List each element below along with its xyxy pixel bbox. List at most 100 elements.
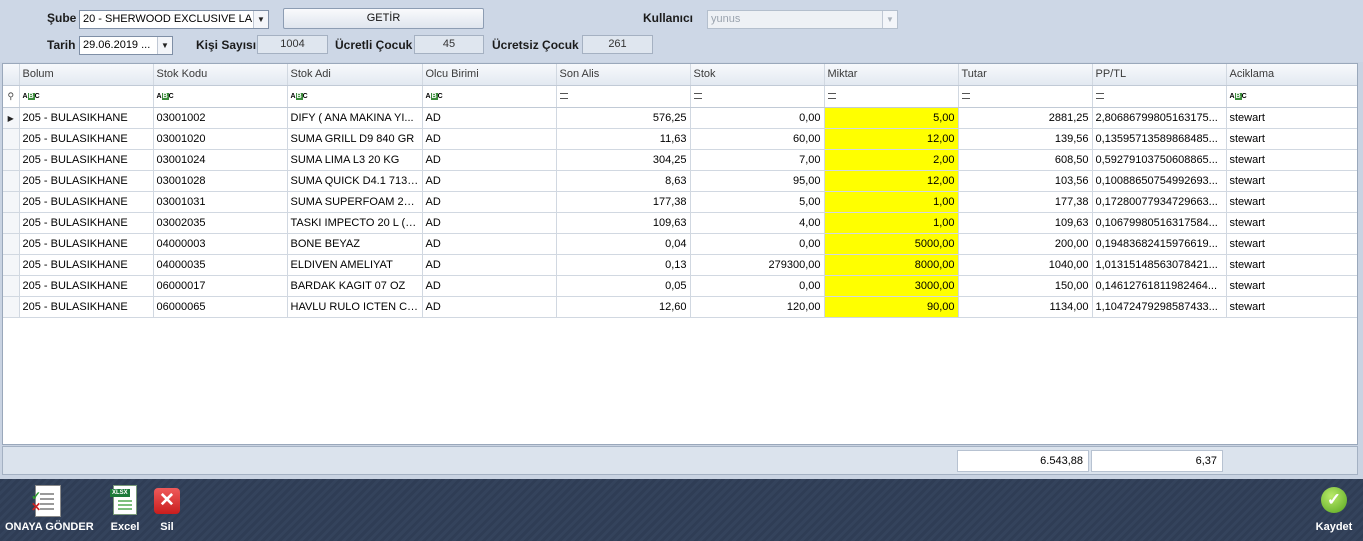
- cell-aciklama[interactable]: stewart: [1226, 296, 1357, 318]
- filter-cell-stok-adi[interactable]: ABC: [287, 85, 423, 108]
- cell-son-alis[interactable]: 8,63: [556, 170, 691, 192]
- stock-grid[interactable]: Bolum Stok Kodu Stok Adi Olcu Birimi Son…: [2, 63, 1358, 445]
- cell-stok-kodu[interactable]: 03001020: [153, 128, 288, 150]
- row-indicator[interactable]: [3, 191, 20, 213]
- cell-olcu-birimi[interactable]: AD: [422, 149, 557, 171]
- cell-stok-adi[interactable]: SUMA QUICK D4.1 713 ...: [287, 170, 423, 192]
- row-indicator[interactable]: [3, 212, 20, 234]
- cell-aciklama[interactable]: stewart: [1226, 191, 1357, 213]
- cell-stok[interactable]: 279300,00: [690, 254, 825, 276]
- table-row[interactable]: 205 - BULASIKHANE 06000017 BARDAK KAGIT 07…: [3, 275, 1357, 297]
- cell-pptl[interactable]: 0,10088650754992693...: [1092, 170, 1227, 192]
- chevron-down-icon[interactable]: ▼: [157, 37, 172, 54]
- cell-tutar[interactable]: 103,56: [958, 170, 1093, 192]
- cell-stok-kodu[interactable]: 06000065: [153, 296, 288, 318]
- row-indicator[interactable]: ▶: [3, 107, 20, 129]
- cell-stok[interactable]: 7,00: [690, 149, 825, 171]
- cell-stok-adi[interactable]: SUMA SUPERFOAM 22,...: [287, 191, 423, 213]
- cell-tutar[interactable]: 200,00: [958, 233, 1093, 255]
- cell-stok-kodu[interactable]: 04000003: [153, 233, 288, 255]
- cell-stok-kodu[interactable]: 03001002: [153, 107, 288, 129]
- cell-pptl[interactable]: 0,14612761811982464...: [1092, 275, 1227, 297]
- cell-pptl[interactable]: 0,10679980516317584...: [1092, 212, 1227, 234]
- tarih-date-picker[interactable]: 29.06.2019 ... ▼: [79, 36, 173, 55]
- row-indicator[interactable]: [3, 296, 20, 318]
- column-header-pptl[interactable]: PP/TL: [1092, 64, 1227, 86]
- sil-button[interactable]: ✕ Sil: [152, 488, 182, 533]
- cell-bolum[interactable]: 205 - BULASIKHANE: [19, 275, 154, 297]
- cell-pptl[interactable]: 0,13595713589868485...: [1092, 128, 1227, 150]
- column-header-stok-kodu[interactable]: Stok Kodu: [153, 64, 288, 86]
- column-header-son-alis[interactable]: Son Alis: [556, 64, 691, 86]
- cell-miktar[interactable]: 12,00: [824, 170, 959, 192]
- table-row[interactable]: 205 - BULASIKHANE 03001031 SUMA SUPERFOAM …: [3, 191, 1357, 213]
- cell-stok[interactable]: 5,00: [690, 191, 825, 213]
- filter-cell-son-alis[interactable]: [556, 85, 691, 108]
- cell-bolum[interactable]: 205 - BULASIKHANE: [19, 233, 154, 255]
- cell-miktar[interactable]: 5,00: [824, 107, 959, 129]
- cell-stok-kodu[interactable]: 03002035: [153, 212, 288, 234]
- cell-olcu-birimi[interactable]: AD: [422, 275, 557, 297]
- cell-tutar[interactable]: 608,50: [958, 149, 1093, 171]
- cell-aciklama[interactable]: stewart: [1226, 149, 1357, 171]
- cell-stok[interactable]: 60,00: [690, 128, 825, 150]
- cell-bolum[interactable]: 205 - BULASIKHANE: [19, 191, 154, 213]
- column-header-bolum[interactable]: Bolum: [19, 64, 154, 86]
- cell-tutar[interactable]: 2881,25: [958, 107, 1093, 129]
- cell-pptl[interactable]: 1,10472479298587433...: [1092, 296, 1227, 318]
- cell-pptl[interactable]: 2,80686799805163175...: [1092, 107, 1227, 129]
- onaya-gonder-button[interactable]: ✓ ✕ ONAYA GÖNDER: [5, 485, 94, 533]
- cell-stok[interactable]: 120,00: [690, 296, 825, 318]
- cell-bolum[interactable]: 205 - BULASIKHANE: [19, 128, 154, 150]
- cell-pptl[interactable]: 0,19483682415976619...: [1092, 233, 1227, 255]
- table-row[interactable]: 205 - BULASIKHANE 06000065 HAVLU RULO ICTE…: [3, 296, 1357, 318]
- cell-pptl[interactable]: 0,17280077934729663...: [1092, 191, 1227, 213]
- cell-bolum[interactable]: 205 - BULASIKHANE: [19, 149, 154, 171]
- filter-cell-aciklama[interactable]: ABC: [1226, 85, 1357, 108]
- cell-stok[interactable]: 95,00: [690, 170, 825, 192]
- cell-stok-kodu[interactable]: 03001031: [153, 191, 288, 213]
- cell-olcu-birimi[interactable]: AD: [422, 254, 557, 276]
- getir-button[interactable]: GETİR: [283, 8, 484, 29]
- cell-tutar[interactable]: 109,63: [958, 212, 1093, 234]
- cell-son-alis[interactable]: 0,04: [556, 233, 691, 255]
- excel-button[interactable]: XLSX Excel: [107, 485, 143, 533]
- filter-cell-stok-kodu[interactable]: ABC: [153, 85, 288, 108]
- cell-olcu-birimi[interactable]: AD: [422, 107, 557, 129]
- cell-bolum[interactable]: 205 - BULASIKHANE: [19, 254, 154, 276]
- row-indicator[interactable]: [3, 233, 20, 255]
- column-header-miktar[interactable]: Miktar: [824, 64, 959, 86]
- cell-bolum[interactable]: 205 - BULASIKHANE: [19, 296, 154, 318]
- filter-cell-bolum[interactable]: ABC: [19, 85, 154, 108]
- cell-stok-adi[interactable]: DIFY ( ANA MAKINA YI...: [287, 107, 423, 129]
- cell-miktar[interactable]: 3000,00: [824, 275, 959, 297]
- cell-tutar[interactable]: 177,38: [958, 191, 1093, 213]
- table-row[interactable]: ▶ 205 - BULASIKHANE 03001002 DIFY ( ANA MAK…: [3, 107, 1357, 129]
- cell-stok-adi[interactable]: TASKI IMPECTO 20 L (2...: [287, 212, 423, 234]
- filter-cell-miktar[interactable]: [824, 85, 959, 108]
- cell-stok[interactable]: 0,00: [690, 275, 825, 297]
- chevron-down-icon[interactable]: ▼: [253, 11, 268, 28]
- table-row[interactable]: 205 - BULASIKHANE 03002035 TASKI IMPECTO 2…: [3, 212, 1357, 234]
- cell-bolum[interactable]: 205 - BULASIKHANE: [19, 107, 154, 129]
- kaydet-button[interactable]: ✓ Kaydet: [1310, 487, 1358, 533]
- cell-stok-adi[interactable]: SUMA GRILL D9 840 GR: [287, 128, 423, 150]
- cell-stok-adi[interactable]: BONE BEYAZ: [287, 233, 423, 255]
- cell-stok-adi[interactable]: BARDAK KAGIT 07 OZ: [287, 275, 423, 297]
- cell-stok[interactable]: 0,00: [690, 107, 825, 129]
- cell-miktar[interactable]: 5000,00: [824, 233, 959, 255]
- cell-olcu-birimi[interactable]: AD: [422, 191, 557, 213]
- cell-tutar[interactable]: 150,00: [958, 275, 1093, 297]
- cell-aciklama[interactable]: stewart: [1226, 233, 1357, 255]
- cell-son-alis[interactable]: 177,38: [556, 191, 691, 213]
- cell-stok-adi[interactable]: HAVLU RULO ICTEN CE...: [287, 296, 423, 318]
- cell-aciklama[interactable]: stewart: [1226, 254, 1357, 276]
- cell-stok-kodu[interactable]: 04000035: [153, 254, 288, 276]
- cell-olcu-birimi[interactable]: AD: [422, 296, 557, 318]
- cell-son-alis[interactable]: 0,05: [556, 275, 691, 297]
- cell-aciklama[interactable]: stewart: [1226, 170, 1357, 192]
- table-row[interactable]: 205 - BULASIKHANE 03001024 SUMA LIMA L3 20…: [3, 149, 1357, 171]
- column-header-stok[interactable]: Stok: [690, 64, 825, 86]
- row-indicator[interactable]: [3, 149, 20, 171]
- cell-miktar[interactable]: 2,00: [824, 149, 959, 171]
